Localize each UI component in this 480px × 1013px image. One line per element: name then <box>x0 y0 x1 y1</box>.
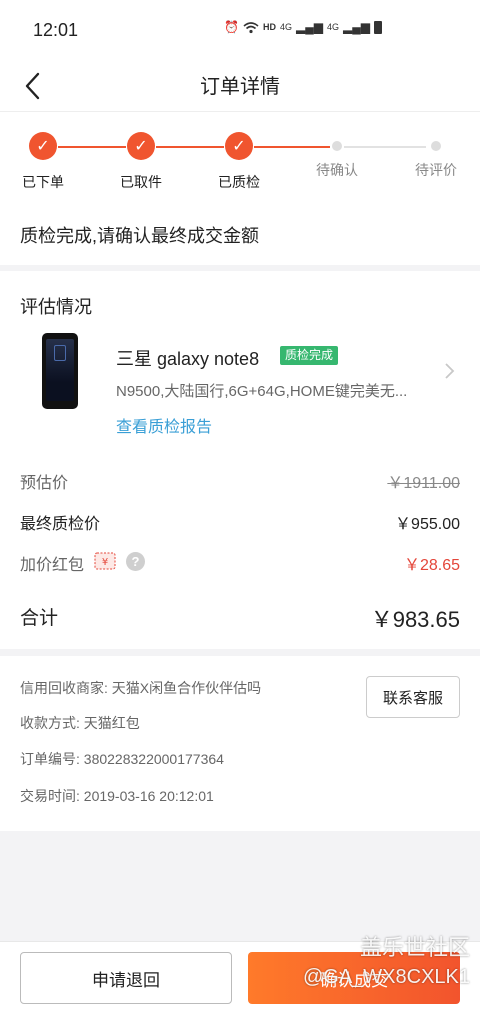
alarm-icon: ⏰ <box>224 20 240 34</box>
step-picked-up: ✓ 已取件 <box>101 132 181 192</box>
step-label: 已取件 <box>120 174 162 190</box>
chevron-right-icon[interactable] <box>438 359 460 383</box>
estimate-label: 预估价 <box>20 475 69 492</box>
bonus-row: 加价红包 ¥ ? ￥28.65 <box>20 549 460 575</box>
product-specs: N9500,大陆国行,6G+64G,HOME键完美无... <box>116 383 408 400</box>
bonus-label: 加价红包 <box>20 557 85 574</box>
request-return-button[interactable]: 申请退回 <box>20 952 232 1004</box>
step-label: 已下单 <box>22 174 64 190</box>
status-bar: 12:01 ⏰ HD 4G ▂▄▆ 4G ▂▄▆ <box>0 0 480 60</box>
battery-icon <box>374 20 382 34</box>
step-label: 待评价 <box>415 162 457 178</box>
estimate-price-row: 预估价 ￥1911.00 <box>20 467 460 493</box>
status-time: 12:01 <box>33 20 79 40</box>
phone-image <box>42 333 78 409</box>
watermark-handle: @GA_WX8CXLK1 <box>302 966 470 988</box>
total-value: ￥983.65 <box>370 607 460 632</box>
step-to-review: 待评价 <box>396 132 476 180</box>
merchant-info: 信用回收商家: 天猫X闲鱼合作伙伴估吗 <box>20 680 262 696</box>
nav-bar: 订单详情 <box>0 60 480 112</box>
status-badge: 质检完成 <box>280 346 339 365</box>
wifi-icon <box>243 21 259 33</box>
progress-message: 质检完成,请确认最终成交金额 <box>20 226 259 246</box>
order-number: 订单编号: 380228322000177364 <box>20 751 224 767</box>
estimate-value: ￥1911.00 <box>387 475 460 492</box>
final-value: ￥955.00 <box>395 516 460 533</box>
svg-text:¥: ¥ <box>102 557 108 568</box>
check-icon: ✓ <box>29 132 57 160</box>
step-dot <box>332 141 342 151</box>
step-dot <box>431 141 441 151</box>
final-price-row: 最终质检价 ￥955.00 <box>20 508 460 534</box>
check-icon: ✓ <box>225 132 253 160</box>
bonus-value: ￥28.65 <box>403 557 460 574</box>
help-icon[interactable]: ? <box>126 552 145 571</box>
total-label: 合计 <box>20 608 59 629</box>
order-progress: ✓ 已下单 ✓ 已取件 ✓ 已质检 待确认 待评价 质检完成,请确认最终成交金额 <box>0 112 480 265</box>
step-to-confirm: 待确认 <box>297 132 377 180</box>
step-inspected: ✓ 已质检 <box>199 132 279 192</box>
payment-method: 收款方式: 天猫红包 <box>20 715 140 731</box>
network-4g-2: 4G <box>327 22 340 32</box>
final-label: 最终质检价 <box>20 516 101 533</box>
hd-indicator: HD <box>263 22 277 32</box>
section-title: 评估情况 <box>20 297 92 317</box>
signal-icon: ▂▄▆ <box>296 20 324 34</box>
order-info: 信用回收商家: 天猫X闲鱼合作伙伴估吗 收款方式: 天猫红包 订单编号: 380… <box>0 656 480 831</box>
network-4g-1: 4G <box>280 22 293 32</box>
red-packet-icon: ¥ <box>94 552 116 570</box>
status-icons: ⏰ HD 4G ▂▄▆ 4G ▂▄▆ <box>224 20 382 34</box>
product-name[interactable]: 三星 galaxy note8 <box>116 345 259 371</box>
contact-support-button[interactable]: 联系客服 <box>366 676 460 718</box>
watermark-community: 盖乐世社区 <box>359 935 470 960</box>
check-icon: ✓ <box>127 132 155 160</box>
product-image[interactable] <box>20 331 100 411</box>
inspection-report-link[interactable]: 查看质检报告 <box>116 413 212 437</box>
step-ordered: ✓ 已下单 <box>3 132 83 192</box>
step-label: 已质检 <box>218 174 260 190</box>
step-label: 待确认 <box>316 162 358 178</box>
evaluation-section: 评估情况 三星 galaxy note8 质检完成 N9500,大陆国行,6G+… <box>0 271 480 649</box>
page-title: 订单详情 <box>200 76 280 98</box>
trade-time: 交易时间: 2019-03-16 20:12:01 <box>20 788 214 804</box>
signal-icon: ▂▄▆ <box>343 20 370 34</box>
